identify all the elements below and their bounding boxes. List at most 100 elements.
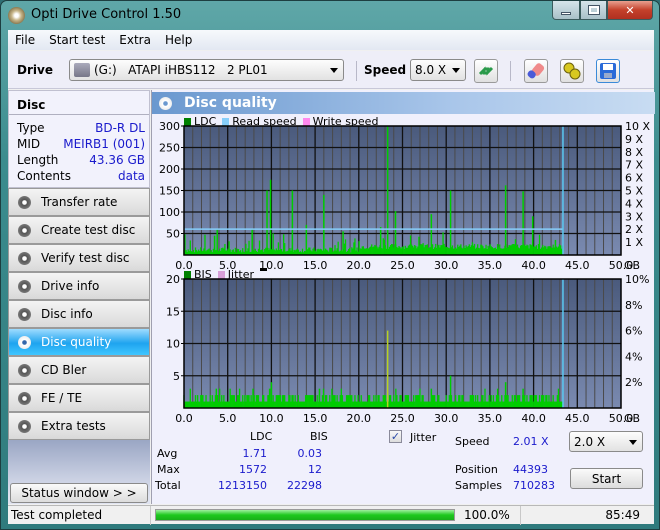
y2-tick-label: 2% — [625, 376, 642, 389]
transfer-rate-icon — [18, 195, 31, 209]
y2-tick-label: 10 X — [625, 120, 650, 133]
refresh-button[interactable] — [474, 59, 498, 83]
stats-max-label: Max — [157, 463, 180, 476]
bis-chart: 5 10 15 20 2% 4% 6% 8% 10% 0.0 5.0 10.0 15.0 20.0 25.0… — [166, 273, 649, 423]
refresh-icon — [478, 66, 494, 76]
disc-length-value: 43.36 GB — [89, 153, 145, 167]
close-icon: ✕ — [625, 3, 635, 17]
y2-tick-label: 8 X — [625, 146, 643, 159]
nav-cd-bler[interactable]: CD Bler — [8, 356, 150, 384]
stats-avg-label: Avg — [157, 447, 178, 460]
x-tick-label: 5.0 — [219, 412, 237, 423]
stats-col-bis: BIS — [310, 430, 328, 443]
y-tick-label: 15 — [166, 305, 180, 318]
stats-avg-bis: 0.03 — [297, 447, 323, 460]
nav-verify-test-disc[interactable]: Verify test disc — [8, 244, 150, 272]
disc-mid-key: MID — [17, 137, 41, 151]
disc-header: Disc — [17, 98, 46, 112]
test-speed-select[interactable]: 2.0 X — [569, 431, 643, 452]
progress-text: 100.0% — [464, 508, 510, 522]
start-button[interactable]: Start — [570, 468, 643, 489]
disc-quality-panel: Disc quality LDC Read speed Write speed … — [151, 90, 655, 504]
settings-icon — [563, 62, 581, 80]
x-tick-label: 0.0 — [175, 412, 193, 423]
menu-extra[interactable]: Extra — [112, 33, 158, 47]
x-tick-label: 10.0 — [259, 412, 284, 423]
nav-label: Extra tests — [41, 419, 106, 433]
nav-list: Transfer rate Create test disc Verify te… — [8, 188, 150, 440]
speed-select[interactable]: 8.0 X — [410, 59, 466, 81]
x-tick-label: 45.0 — [565, 412, 590, 423]
disc-contents-row: Contents data — [17, 169, 145, 183]
y2-tick-label: 3 X — [625, 210, 643, 223]
nav-disc-info[interactable]: Disc info — [8, 300, 150, 328]
y2-tick-label: 8% — [625, 299, 642, 312]
jitter-checkbox[interactable]: ✓ — [389, 430, 402, 443]
nav-label: Verify test disc — [41, 251, 130, 265]
jitter-marker — [260, 268, 267, 271]
y2-tick-label: 2 X — [625, 223, 643, 236]
disc-type-key: Type — [17, 121, 45, 135]
disc-type-value: BD-R DL — [95, 121, 145, 135]
app-window: Opti Drive Control 1.50 ✕ File Start tes… — [0, 0, 660, 530]
extra-tests-icon — [18, 419, 31, 433]
nav-label: FE / TE — [41, 391, 83, 405]
save-button[interactable] — [596, 59, 620, 83]
nav-extra-tests[interactable]: Extra tests — [8, 412, 150, 440]
x-axis-label: GB — [624, 259, 640, 270]
nav-transfer-rate[interactable]: Transfer rate — [8, 188, 150, 216]
maximize-button[interactable] — [580, 1, 607, 20]
disc-quality-icon — [159, 96, 172, 110]
nav-drive-info[interactable]: Drive info — [8, 272, 150, 300]
drive-select[interactable]: (G:) ATAPI iHBS112 2 PL01 — [69, 59, 344, 81]
panel-header: Disc quality — [152, 92, 655, 114]
nav-fe-te[interactable]: FE / TE — [8, 384, 150, 412]
nav-label: Create test disc — [41, 223, 136, 237]
maximize-icon — [587, 5, 600, 15]
x-tick-label: 15.0 — [303, 412, 328, 423]
x-tick-label: 40.0 — [521, 259, 546, 270]
menu-bar: File Start test Extra Help — [8, 30, 654, 50]
nav-label: Disc info — [41, 307, 93, 321]
x-axis-label: GB — [624, 412, 640, 423]
y-tick-label: 100 — [159, 206, 180, 219]
sidebar: Disc Type BD-R DL MID MEIRB1 (001) Length 4… — [8, 90, 150, 504]
erase-button[interactable] — [524, 59, 548, 83]
stats-total-ldc: 1213150 — [218, 479, 267, 492]
y-tick-label: 150 — [159, 185, 180, 198]
nav-label: Transfer rate — [41, 195, 118, 209]
menu-start-test[interactable]: Start test — [42, 33, 112, 47]
disc-mid-value: MEIRB1 (001) — [63, 137, 145, 151]
window-title: Opti Drive Control 1.50 — [31, 7, 182, 22]
minimize-button[interactable] — [552, 1, 580, 20]
app-icon — [8, 7, 25, 24]
nav-disc-quality[interactable]: Disc quality — [8, 328, 150, 356]
checkmark-icon: ✓ — [390, 430, 401, 443]
menu-help[interactable]: Help — [158, 33, 199, 47]
status-window-button[interactable]: Status window > > — [10, 483, 148, 503]
y2-tick-label: 5 X — [625, 185, 643, 198]
x-tick-label: 35.0 — [478, 259, 503, 270]
y-tick-label: 200 — [159, 163, 180, 176]
settings-button[interactable] — [560, 59, 584, 83]
x-tick-label: 40.0 — [521, 412, 546, 423]
menu-file[interactable]: File — [8, 33, 42, 47]
samples-label: Samples — [455, 479, 502, 492]
progress-bar — [155, 509, 455, 521]
minimize-icon — [561, 11, 571, 15]
close-button[interactable]: ✕ — [607, 1, 653, 20]
y-tick-label: 20 — [166, 273, 180, 286]
y-tick-label: 10 — [166, 338, 180, 351]
y-tick-label: 300 — [159, 120, 180, 133]
y2-tick-label: 4 X — [625, 197, 643, 210]
chevron-down-icon — [629, 440, 637, 445]
nav-label: CD Bler — [41, 363, 87, 377]
stats-avg-ldc: 1.71 — [242, 447, 268, 460]
speed-label: Speed — [455, 435, 490, 448]
nav-create-test-disc[interactable]: Create test disc — [8, 216, 150, 244]
cd-bler-icon — [18, 363, 31, 377]
nav-label: Drive info — [41, 279, 100, 293]
position-value: 44393 — [513, 463, 548, 476]
y2-tick-label: 6 X — [625, 172, 643, 185]
eraser-icon — [527, 63, 545, 79]
